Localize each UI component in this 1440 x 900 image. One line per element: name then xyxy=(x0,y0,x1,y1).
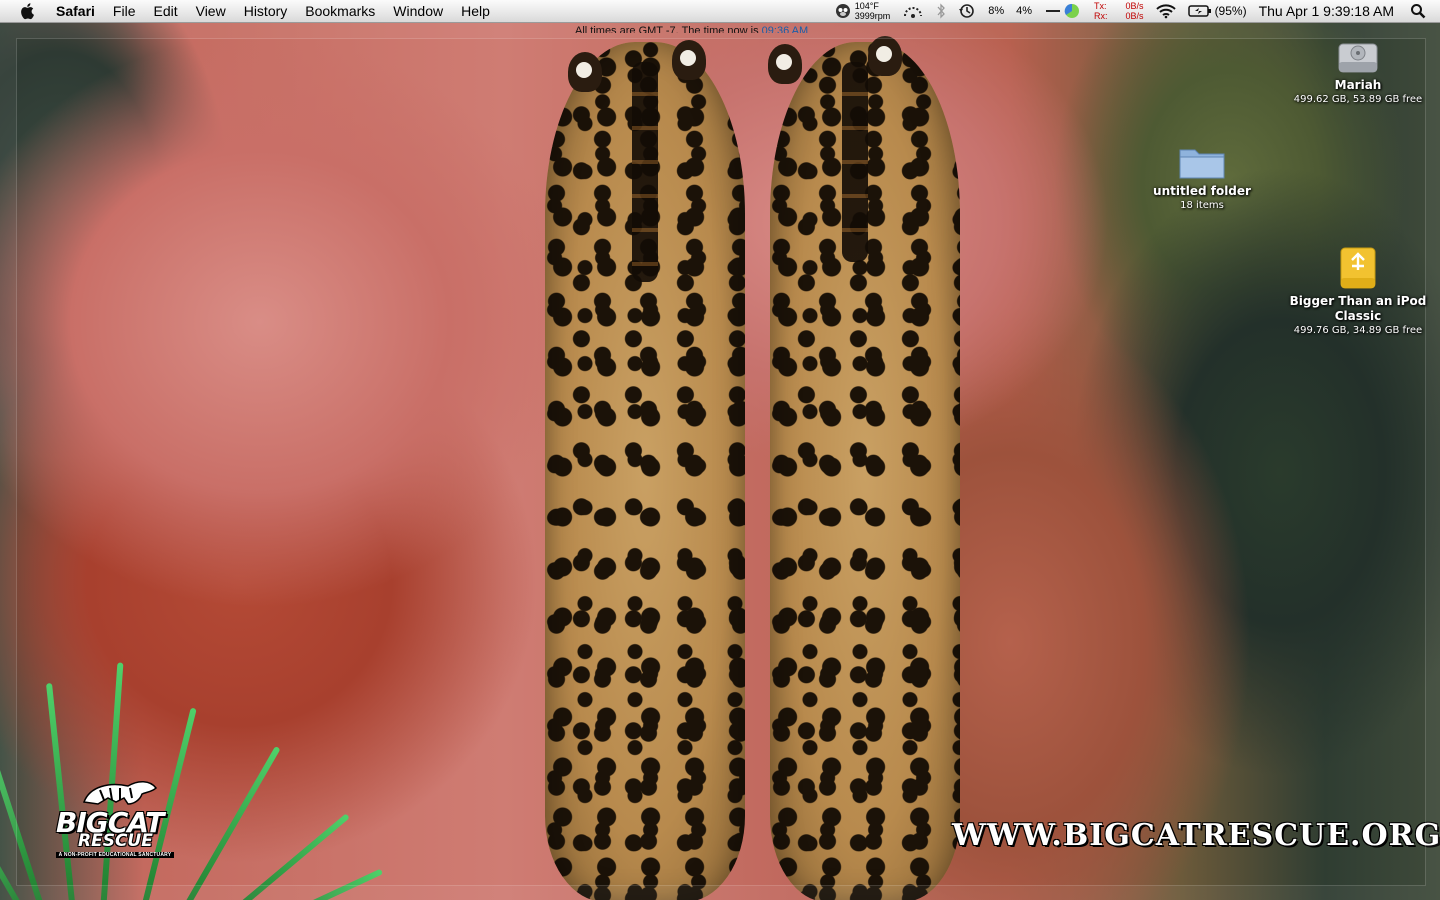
cpu-usage-2[interactable]: 4% xyxy=(1016,5,1032,17)
menu-help[interactable]: Help xyxy=(452,0,499,22)
fan-speed-readout: 3999rpm xyxy=(854,11,891,21)
time-ticker: All times are GMT -7. The time now is 09… xyxy=(575,22,875,33)
menu-app-name[interactable]: Safari xyxy=(50,0,104,22)
wifi-icon xyxy=(1155,4,1176,19)
monkey-icon xyxy=(835,4,850,18)
net-labels: Tx: Rx: xyxy=(1094,1,1108,21)
ocelot-left-stripe xyxy=(632,62,658,282)
wallpaper-url-watermark: WWW.BIGCATRESCUE.ORG xyxy=(952,818,1440,853)
cpu2-readout: 4% xyxy=(1016,5,1033,17)
spotlight-search-icon xyxy=(1411,4,1426,19)
menu-history[interactable]: History xyxy=(235,0,297,22)
icon-name: Bigger Than an iPod Classic xyxy=(1289,294,1427,323)
ocelot-right-stripe xyxy=(842,62,868,262)
icon-info: 499.62 GB, 53.89 GB free xyxy=(1293,94,1423,105)
desktop-icon-mariah[interactable]: Mariah 499.62 GB, 53.89 GB free xyxy=(1288,36,1428,106)
icon-info: 499.76 GB, 34.89 GB free xyxy=(1293,325,1423,336)
menu-view[interactable]: View xyxy=(187,0,235,22)
spotlight-menu[interactable] xyxy=(1410,3,1426,19)
ticker-time: 09:36 AM xyxy=(761,25,809,33)
folder-icon xyxy=(1179,149,1225,179)
icon-info: 18 items xyxy=(1180,200,1224,211)
cpu-usage-1[interactable]: 8% xyxy=(988,5,1004,17)
bluetooth-menu[interactable] xyxy=(936,3,946,19)
external-drive-icon xyxy=(1340,247,1376,289)
cpu1-readout: 8% xyxy=(988,5,1005,17)
big-cat-rescue-logo: BIGCAT RESCUE A NON-PROFIT EDUCATIONAL S… xyxy=(52,776,178,864)
memory-menu[interactable] xyxy=(1044,2,1082,20)
memory-pie-icon xyxy=(1046,3,1080,18)
time-machine-icon xyxy=(959,4,975,18)
ocelot-left-ear xyxy=(568,52,602,92)
rx-rate: 0B/s xyxy=(1125,11,1144,21)
net-rates: 0B/s 0B/s xyxy=(1126,1,1144,21)
status-menus: 104°F 3999rpm 8% 4% Tx: Rx: 0B/s 0B/s (9… xyxy=(828,0,1440,22)
icon-name: Mariah xyxy=(1334,78,1382,92)
desktop-icon-bigger-than-ipod[interactable]: Bigger Than an iPod Classic 499.76 GB, 3… xyxy=(1288,244,1428,337)
ocelot-right-ear-2 xyxy=(868,36,902,76)
tx-label: Tx: xyxy=(1094,1,1107,11)
icon-name: untitled folder xyxy=(1153,184,1251,198)
logo-tagline: A NON-PROFIT EDUCATIONAL SANCTUARY xyxy=(56,852,174,858)
rx-label: Rx: xyxy=(1094,11,1108,21)
battery-menu[interactable]: (95%) xyxy=(1187,4,1247,18)
ocelot-right-ear xyxy=(768,44,802,84)
ticker-label: All times are GMT -7. The time now is xyxy=(575,25,759,33)
menu-file[interactable]: File xyxy=(104,0,145,22)
battery-icon xyxy=(1187,5,1211,17)
menu-bar: Safari File Edit View History Bookmarks … xyxy=(0,0,1440,23)
temperature-readout: 104°F xyxy=(854,1,879,11)
wifi-menu[interactable] xyxy=(1155,3,1176,19)
desktop-icon-untitled-folder[interactable]: untitled folder 18 items xyxy=(1132,142,1272,212)
apple-icon[interactable] xyxy=(20,2,36,20)
bluetooth-icon xyxy=(937,3,946,19)
tiger-logo-icon xyxy=(82,781,157,805)
hard-drive-icon xyxy=(1338,43,1378,73)
network-menu[interactable]: Tx: Rx: 0B/s 0B/s xyxy=(1094,1,1144,21)
menu-edit[interactable]: Edit xyxy=(144,0,186,22)
menu-bookmarks[interactable]: Bookmarks xyxy=(296,0,384,22)
battery-percentage: (95%) xyxy=(1214,4,1247,18)
temp-monitor-menu[interactable]: 104°F 3999rpm xyxy=(834,1,891,21)
menu-clock[interactable]: Thu Apr 1 9:39:18 AM xyxy=(1259,3,1394,19)
dots-activity-menu[interactable] xyxy=(902,4,924,18)
time-machine-menu[interactable] xyxy=(958,3,976,19)
sun-dots-icon xyxy=(904,7,923,18)
logo-text-rescue: RESCUE xyxy=(78,831,153,851)
tx-rate: 0B/s xyxy=(1125,1,1144,11)
menu-window[interactable]: Window xyxy=(384,0,452,22)
ocelot-left-ear-2 xyxy=(672,40,706,80)
